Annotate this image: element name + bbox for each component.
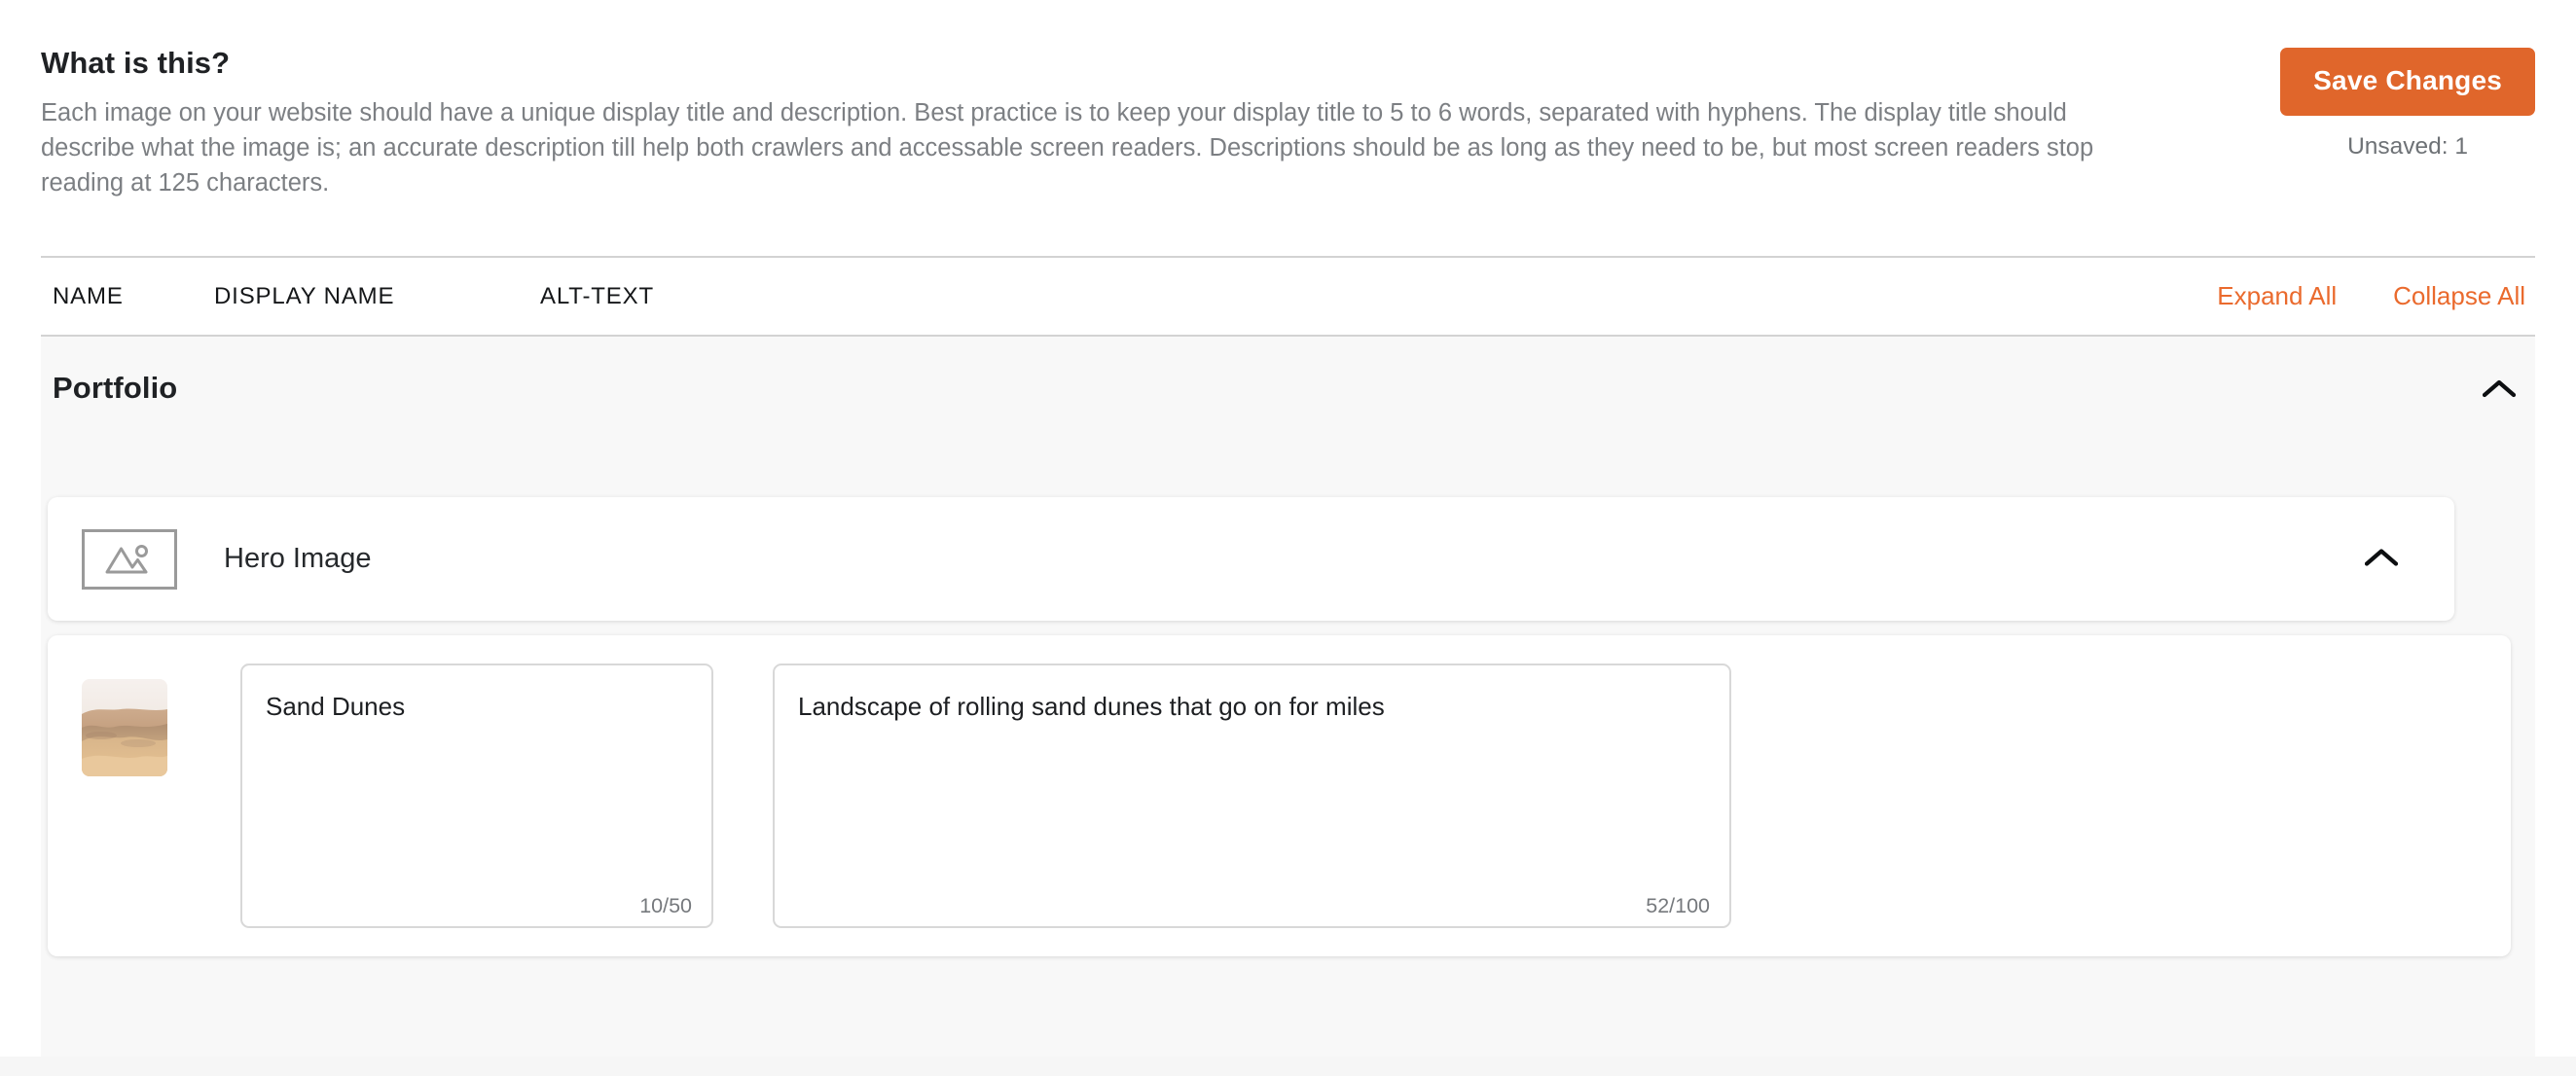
list-item-hero-image[interactable]: Hero Image: [48, 497, 2454, 621]
collapse-all-button[interactable]: Collapse All: [2393, 281, 2525, 311]
column-header-display-name: DISPLAY NAME: [214, 282, 395, 309]
page-bottom-edge: [0, 1057, 2576, 1076]
save-column: Save Changes Unsaved: 1: [2280, 48, 2535, 161]
chevron-up-icon[interactable]: [2364, 547, 2399, 571]
table-column-header: NAME DISPLAY NAME ALT-TEXT Expand All Co…: [41, 256, 2535, 337]
page-title: What is this?: [41, 46, 231, 80]
column-header-alt-text: ALT-TEXT: [540, 282, 655, 309]
chevron-up-icon[interactable]: [2483, 378, 2516, 398]
group-portfolio-title: Portfolio: [53, 370, 178, 405]
alt-text-manager-page: What is this? Each image on your website…: [0, 0, 2576, 1076]
intro-header: What is this? Each image on your website…: [41, 45, 2535, 200]
sand-dunes-photo: [82, 679, 167, 776]
display-name-input[interactable]: Sand Dunes 10/50: [240, 664, 713, 928]
unsaved-count: Unsaved: 1: [2347, 133, 2469, 160]
header-actions: Expand All Collapse All: [2217, 281, 2525, 311]
list-item-hero-image-label: Hero Image: [224, 543, 372, 574]
column-header-name: NAME: [53, 282, 124, 309]
alt-text-input[interactable]: Landscape of rolling sand dunes that go …: [773, 664, 1731, 928]
alt-text-counter: 52/100: [1646, 894, 1710, 917]
save-changes-button[interactable]: Save Changes: [2280, 48, 2535, 116]
table-row: Sand Dunes 10/50 Landscape of rolling sa…: [48, 635, 2511, 956]
expand-all-button[interactable]: Expand All: [2217, 281, 2337, 311]
intro-description: Each image on your website should have a…: [41, 98, 2094, 197]
group-portfolio: Portfolio Hero Image Sand Dunes 10/50 La…: [41, 337, 2535, 1076]
display-name-counter: 10/50: [639, 894, 692, 917]
intro-text-block: What is this? Each image on your website…: [41, 45, 2102, 200]
display-name-value: Sand Dunes: [266, 692, 406, 721]
alt-text-value: Landscape of rolling sand dunes that go …: [798, 692, 1385, 721]
group-portfolio-header[interactable]: Portfolio: [41, 337, 2535, 439]
image-placeholder-icon: [82, 528, 177, 590]
